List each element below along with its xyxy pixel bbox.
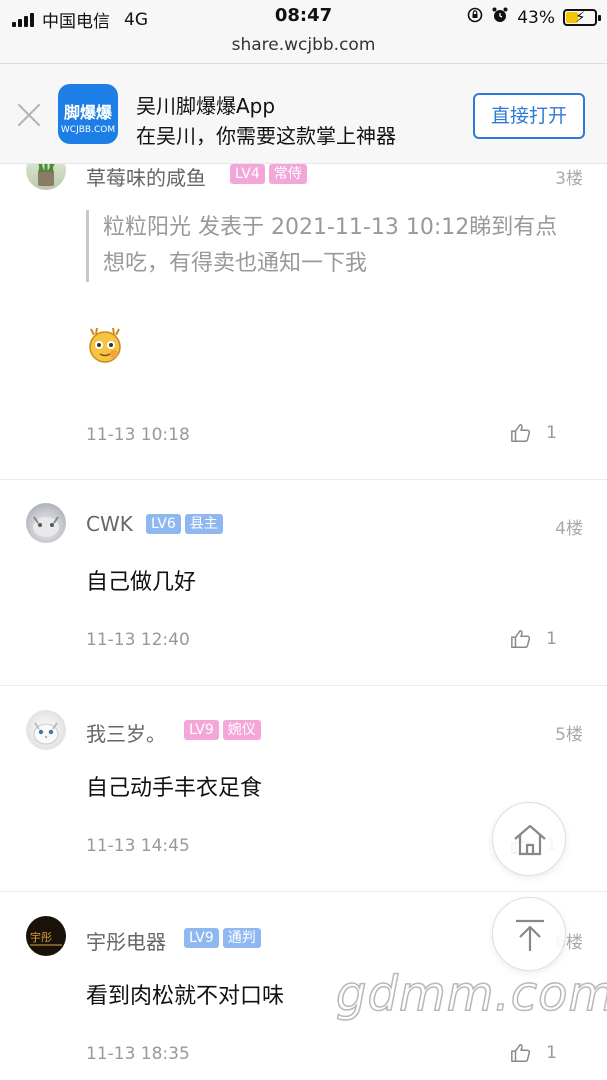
user-badges: LV6 县主 <box>146 514 223 534</box>
like-count: 1 <box>546 629 557 649</box>
quoted-reply: 粒粒阳光 发表于 2021-11-13 10:12睇到有点想吃，有得卖也通知一下… <box>86 210 576 282</box>
username[interactable]: CWK <box>86 512 133 536</box>
level-badge: LV9 <box>184 928 219 948</box>
title-badge: 常侍 <box>268 164 307 184</box>
emoji-sticker <box>86 326 124 364</box>
app-banner: 脚爆爆 WCJBB.COM 吴川脚爆爆App 在吴川，你需要这款掌上神器 直接打… <box>0 64 607 164</box>
url-bar[interactable]: share.wcjbb.com <box>0 34 607 64</box>
user-badges: LV9 通判 <box>184 928 261 948</box>
app-name: 吴川脚爆爆App <box>136 94 276 118</box>
like-count: 1 <box>546 1043 557 1063</box>
like-button[interactable]: 1 <box>510 1042 557 1064</box>
post-content: 看到肉松就不对口味 <box>86 984 285 1009</box>
thumbs-up-icon <box>511 630 531 648</box>
level-badge: LV4 <box>230 164 265 184</box>
floor-number: 4楼 <box>555 519 583 539</box>
like-button[interactable]: 1 <box>510 422 557 444</box>
username[interactable]: 宇彤电器 <box>86 926 166 955</box>
reply-post: 草莓味的咸鱼 LV4 常侍 3楼 粒粒阳光 发表于 2021-11-13 10:… <box>0 150 607 480</box>
app-logo: 脚爆爆 WCJBB.COM <box>58 84 118 144</box>
avatar[interactable] <box>26 710 66 750</box>
title-badge: 婉仪 <box>222 720 261 740</box>
title-badge: 通判 <box>222 928 261 948</box>
status-right: 43% ⚡ <box>467 6 601 29</box>
post-time: 11-13 14:45 <box>86 836 190 856</box>
open-app-button[interactable]: 直接打开 <box>473 93 585 139</box>
thumbs-up-icon <box>511 1044 531 1062</box>
arrow-up-icon <box>516 919 544 951</box>
back-to-top-button[interactable] <box>492 897 566 971</box>
username[interactable]: 我三岁。 <box>86 718 166 747</box>
rotation-lock-icon <box>467 7 483 28</box>
level-badge: LV9 <box>184 720 219 740</box>
avatar[interactable] <box>26 503 66 543</box>
level-badge: LV6 <box>146 514 181 534</box>
username[interactable]: 草莓味的咸鱼 <box>86 162 206 191</box>
avatar[interactable]: 宇彤 <box>26 916 66 956</box>
app-logo-domain: WCJBB.COM <box>60 125 116 135</box>
charging-bolt-icon: ⚡ <box>575 8 586 26</box>
battery-icon: ⚡ <box>563 8 601 26</box>
post-content: 自己做几好 <box>86 570 197 595</box>
reply-post: CWK LV6 县主 4楼 自己做几好 11-13 12:40 1 <box>0 480 607 686</box>
post-content: 自己动手丰衣足食 <box>86 776 263 801</box>
title-badge: 县主 <box>184 514 223 534</box>
home-button[interactable] <box>492 802 566 876</box>
battery-percent: 43% <box>517 7 555 28</box>
post-time: 11-13 10:18 <box>86 425 190 445</box>
app-logo-text: 脚爆爆 <box>63 103 112 122</box>
post-time: 11-13 12:40 <box>86 630 190 650</box>
watermark: gdmm.com <box>335 965 607 1023</box>
status-bar: 中国电信 4G 08:47 43% ⚡ <box>0 0 607 34</box>
close-icon[interactable] <box>16 102 42 128</box>
home-icon <box>514 824 546 856</box>
floor-number: 5楼 <box>555 725 583 745</box>
like-count: 1 <box>546 423 557 443</box>
svg-text:宇彤: 宇彤 <box>30 931 52 944</box>
user-badges: LV9 婉仪 <box>184 720 261 740</box>
like-button[interactable]: 1 <box>510 628 557 650</box>
floor-number: 3楼 <box>555 169 583 189</box>
alarm-icon <box>491 6 509 29</box>
thumbs-up-icon <box>511 424 531 442</box>
user-badges: LV4 常侍 <box>230 164 307 184</box>
app-subtitle: 在吴川，你需要这款掌上神器 <box>136 124 396 148</box>
post-time: 11-13 18:35 <box>86 1044 190 1064</box>
